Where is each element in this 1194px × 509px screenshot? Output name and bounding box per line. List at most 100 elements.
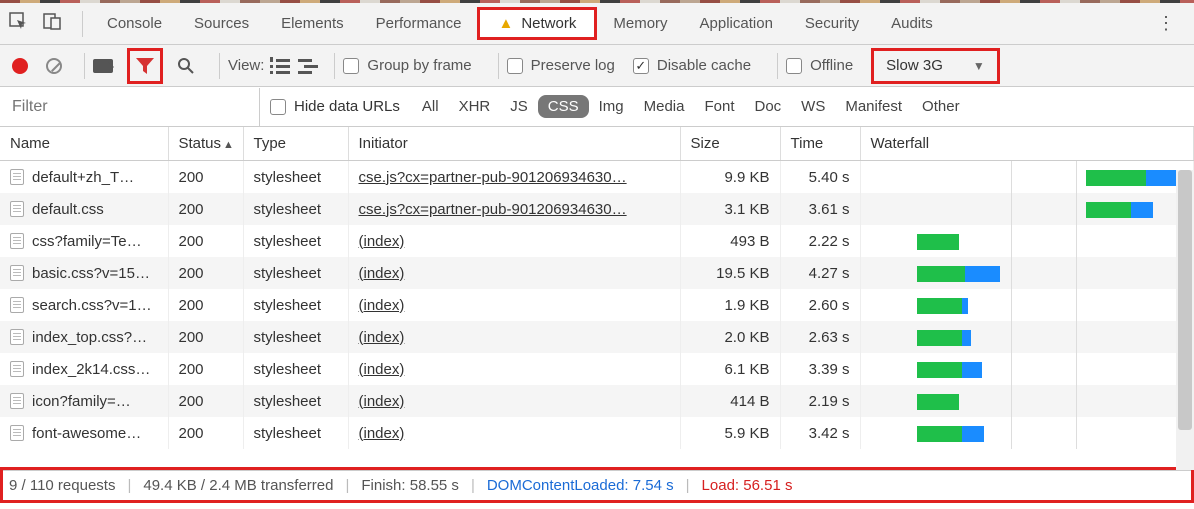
cell-initiator[interactable]: (index) xyxy=(348,257,680,289)
cell-size: 493 B xyxy=(680,225,780,257)
tab-security[interactable]: Security xyxy=(789,7,875,40)
filter-chip-other[interactable]: Other xyxy=(912,95,970,118)
group-by-frame-checkbox[interactable]: Group by frame xyxy=(343,57,471,74)
table-row[interactable]: basic.css?v=15…200stylesheet(index)19.5 … xyxy=(0,257,1194,289)
cell-size: 3.1 KB xyxy=(680,193,780,225)
checkbox-icon xyxy=(343,58,359,74)
filter-chip-media[interactable]: Media xyxy=(634,95,695,118)
cell-initiator[interactable]: (index) xyxy=(348,385,680,417)
cell-status: 200 xyxy=(168,193,243,225)
filter-chip-ws[interactable]: WS xyxy=(791,95,835,118)
disable-cache-checkbox[interactable]: ✓ Disable cache xyxy=(633,57,751,74)
cell-name[interactable]: font-awesome… xyxy=(0,417,168,449)
search-button[interactable] xyxy=(177,57,197,75)
filter-input[interactable] xyxy=(0,88,260,126)
cell-time: 2.22 s xyxy=(780,225,860,257)
record-button[interactable] xyxy=(8,58,32,74)
cell-name[interactable]: icon?family=… xyxy=(0,385,168,417)
devtools-tabs: Console Sources Elements Performance ▲ N… xyxy=(0,3,1194,45)
preserve-log-label: Preserve log xyxy=(531,57,615,74)
inspect-icon[interactable] xyxy=(4,12,32,35)
filter-toggle[interactable] xyxy=(127,48,163,84)
table-row[interactable]: search.css?v=1…200stylesheet(index)1.9 K… xyxy=(0,289,1194,321)
tab-application[interactable]: Application xyxy=(684,7,789,40)
cell-name[interactable]: index_2k14.css… xyxy=(0,353,168,385)
separator xyxy=(777,53,778,79)
group-by-frame-label: Group by frame xyxy=(367,57,471,74)
table-row[interactable]: default+zh_T…200stylesheetcse.js?cx=part… xyxy=(0,161,1194,194)
col-status-label: Status xyxy=(179,135,222,152)
record-icon xyxy=(12,58,28,74)
cell-initiator[interactable]: (index) xyxy=(348,353,680,385)
file-icon xyxy=(10,393,24,409)
tab-audits[interactable]: Audits xyxy=(875,7,949,40)
camera-icon xyxy=(93,59,113,73)
cell-name[interactable]: basic.css?v=15… xyxy=(0,257,168,289)
cell-time: 5.40 s xyxy=(780,161,860,194)
table-row[interactable]: font-awesome…200stylesheet(index)5.9 KB3… xyxy=(0,417,1194,449)
cell-initiator[interactable]: (index) xyxy=(348,417,680,449)
cell-time: 3.39 s xyxy=(780,353,860,385)
preserve-log-checkbox[interactable]: Preserve log xyxy=(507,57,615,74)
cell-name[interactable]: css?family=Te… xyxy=(0,225,168,257)
cell-initiator[interactable]: (index) xyxy=(348,321,680,353)
table-row[interactable]: default.css200stylesheetcse.js?cx=partne… xyxy=(0,193,1194,225)
view-list-icon[interactable] xyxy=(270,57,290,75)
cell-name[interactable]: default.css xyxy=(0,193,168,225)
tab-sources[interactable]: Sources xyxy=(178,7,265,40)
chevron-down-icon: ▼ xyxy=(973,59,985,73)
vertical-scrollbar[interactable] xyxy=(1176,170,1194,470)
view-tree-icon[interactable] xyxy=(298,57,318,75)
col-time[interactable]: Time xyxy=(780,127,860,161)
cell-initiator[interactable]: (index) xyxy=(348,289,680,321)
requests-table: Name Status▲ Type Initiator Size Time Wa… xyxy=(0,127,1194,449)
table-row[interactable]: css?family=Te…200stylesheet(index)493 B2… xyxy=(0,225,1194,257)
cell-name[interactable]: default+zh_T… xyxy=(0,161,168,194)
cell-name[interactable]: index_top.css?… xyxy=(0,321,168,353)
cell-initiator[interactable]: cse.js?cx=partner-pub-901206934630… xyxy=(348,161,680,194)
cell-type: stylesheet xyxy=(243,161,348,194)
col-waterfall[interactable]: Waterfall xyxy=(860,127,1194,161)
cell-time: 3.61 s xyxy=(780,193,860,225)
screenshot-button[interactable] xyxy=(93,59,113,73)
table-row[interactable]: index_top.css?…200stylesheet(index)2.0 K… xyxy=(0,321,1194,353)
filter-chip-js[interactable]: JS xyxy=(500,95,538,118)
col-status[interactable]: Status▲ xyxy=(168,127,243,161)
device-mode-icon[interactable] xyxy=(38,12,66,35)
table-row[interactable]: icon?family=…200stylesheet(index)414 B2.… xyxy=(0,385,1194,417)
col-type[interactable]: Type xyxy=(243,127,348,161)
offline-checkbox[interactable]: Offline xyxy=(786,57,853,74)
filter-chip-img[interactable]: Img xyxy=(589,95,634,118)
filter-chip-font[interactable]: Font xyxy=(694,95,744,118)
tab-network-label: Network xyxy=(521,15,576,32)
tab-memory[interactable]: Memory xyxy=(597,7,683,40)
cell-waterfall xyxy=(860,321,1194,353)
filter-bar: Hide data URLs AllXHRJSCSSImgMediaFontDo… xyxy=(0,87,1194,127)
tab-performance[interactable]: Performance xyxy=(360,7,478,40)
status-domcontentloaded: DOMContentLoaded: 7.54 s xyxy=(487,477,674,494)
status-bar: 9 / 110 requests | 49.4 KB / 2.4 MB tran… xyxy=(3,470,1191,500)
throttle-select[interactable]: Slow 3G ▼ xyxy=(871,48,1000,84)
tab-network[interactable]: ▲ Network xyxy=(477,7,597,40)
filter-chip-manifest[interactable]: Manifest xyxy=(835,95,912,118)
tab-console[interactable]: Console xyxy=(91,7,178,40)
scroll-thumb[interactable] xyxy=(1178,170,1192,430)
clear-button[interactable] xyxy=(46,58,62,74)
cell-initiator[interactable]: (index) xyxy=(348,225,680,257)
cell-size: 414 B xyxy=(680,385,780,417)
col-name[interactable]: Name xyxy=(0,127,168,161)
filter-chip-css[interactable]: CSS xyxy=(538,95,589,118)
col-size[interactable]: Size xyxy=(680,127,780,161)
clear-icon xyxy=(46,58,62,74)
table-row[interactable]: index_2k14.css…200stylesheet(index)6.1 K… xyxy=(0,353,1194,385)
hide-data-urls-checkbox[interactable]: Hide data URLs xyxy=(270,98,400,115)
filter-chip-xhr[interactable]: XHR xyxy=(449,95,501,118)
tab-elements[interactable]: Elements xyxy=(265,7,360,40)
separator xyxy=(82,11,83,37)
cell-initiator[interactable]: cse.js?cx=partner-pub-901206934630… xyxy=(348,193,680,225)
filter-chip-doc[interactable]: Doc xyxy=(744,95,791,118)
cell-name[interactable]: search.css?v=1… xyxy=(0,289,168,321)
col-initiator[interactable]: Initiator xyxy=(348,127,680,161)
more-menu-icon[interactable]: ⋮ xyxy=(1149,13,1184,34)
filter-chip-all[interactable]: All xyxy=(412,95,449,118)
